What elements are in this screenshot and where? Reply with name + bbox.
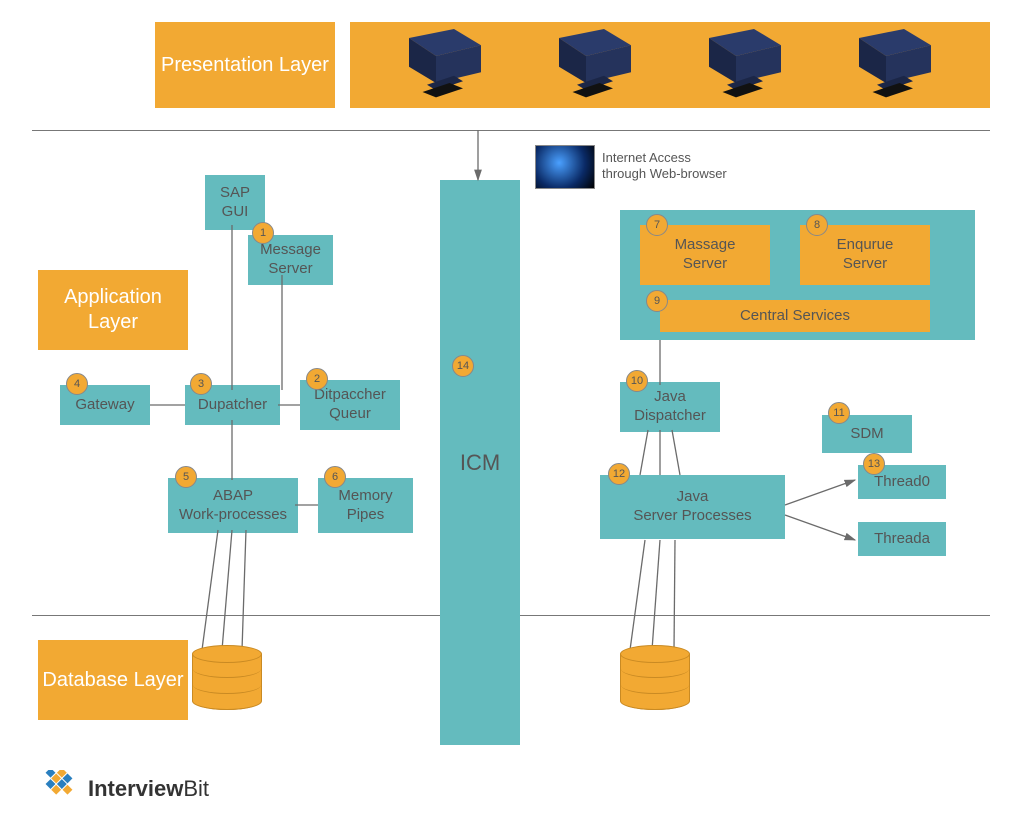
presentation-layer-label: Presentation Layer [155, 22, 335, 108]
presentation-monitors-strip [350, 22, 990, 108]
monitor-icon [550, 29, 640, 101]
monitor-icon [400, 29, 490, 101]
database-layer-label: Database Layer [38, 640, 188, 720]
internet-access-text: Internet Access through Web-browser [602, 146, 782, 186]
badge-7: 7 [646, 214, 668, 236]
badge-6: 6 [324, 466, 346, 488]
badge-14: 14 [452, 355, 474, 377]
badge-9: 9 [646, 290, 668, 312]
brand-suffix: Bit [183, 776, 209, 802]
database-icon-left [192, 645, 262, 710]
badge-3: 3 [190, 373, 212, 395]
badge-12: 12 [608, 463, 630, 485]
globe-icon [535, 145, 595, 189]
brand-name: Interview [88, 776, 183, 802]
logo-icon [38, 770, 80, 808]
icm-column: ICM [440, 180, 520, 745]
icm-label: ICM [460, 449, 500, 477]
badge-5: 5 [175, 466, 197, 488]
java-server-processes-node: Java Server Processes [600, 475, 785, 539]
monitor-icon [850, 29, 940, 101]
central-services-node: Central Services [660, 300, 930, 332]
database-icon-right [620, 645, 690, 710]
text: Database Layer [42, 668, 183, 693]
badge-1: 1 [252, 222, 274, 244]
line2: through Web-browser [602, 166, 727, 182]
badge-4: 4 [66, 373, 88, 395]
monitor-icon [700, 29, 790, 101]
divider-top [32, 130, 990, 131]
text: Presentation Layer [161, 53, 329, 78]
threada-node: Threada [858, 522, 946, 556]
badge-13: 13 [863, 453, 885, 475]
brand-logo: InterviewBit [38, 770, 209, 808]
badge-11: 11 [828, 402, 850, 424]
application-layer-label: Application Layer [38, 270, 188, 350]
badge-10: 10 [626, 370, 648, 392]
sap-gui-node: SAP GUI [205, 175, 265, 230]
badge-2: 2 [306, 368, 328, 390]
line1: Internet Access [602, 150, 727, 166]
badge-8: 8 [806, 214, 828, 236]
text: Application Layer [38, 285, 188, 335]
